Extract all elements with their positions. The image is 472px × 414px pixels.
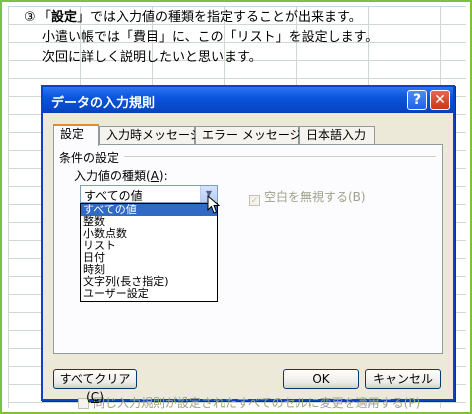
tab-error-message[interactable]: エラー メッセージ — [195, 126, 302, 144]
data-validation-dialog: データの入力規則 ? ✕ 設定 入力時メッセージ エラー メッセージ 日本語入力… — [41, 85, 455, 410]
checkbox-box[interactable]: ✓ — [249, 195, 260, 206]
step-marker: ③ — [24, 10, 36, 25]
allow-label-accesskey: A — [150, 169, 159, 183]
allow-dropdown-list[interactable]: すべての値 整数 小数点数 リスト 日付 時刻 文字列(長さ指定) ユーザー設定 — [80, 203, 218, 302]
tab-japanese-input[interactable]: 日本語入力 — [299, 126, 375, 144]
apply-all-label: 同じ入力規則が設定されたすべてのセルに変更を適用する(P) — [93, 396, 421, 410]
keyword-settings: 設定 — [51, 10, 78, 25]
tab-settings[interactable]: 設定 — [53, 124, 99, 146]
allow-select[interactable]: すべての値 ▼ — [80, 185, 218, 203]
allow-label-text: 入力値の種類( — [74, 169, 151, 183]
ignore-blank-label: 空白を無視する(B) — [264, 190, 366, 204]
clear-all-suffix: ) — [99, 390, 104, 404]
ignore-blank-checkbox[interactable]: ✓ 空白を無視する(B) — [249, 188, 366, 206]
group-divider — [124, 156, 436, 157]
close-icon[interactable]: ✕ — [430, 90, 450, 110]
quote-open: 「 — [38, 10, 52, 25]
settings-panel: 条件の設定 入力値の種類(A): すべての値 ▼ すべての値 整数 小数点数 リ… — [53, 144, 443, 410]
mouse-cursor-icon — [207, 195, 221, 214]
intro-text: ③ 「設定」では入力値の種類を指定することが出来ます。 小遣い帳では「費目」に、こ… — [24, 8, 454, 68]
ok-button[interactable]: OK — [283, 369, 359, 389]
help-icon[interactable]: ? — [407, 90, 427, 110]
allow-select-value: すべての値 — [84, 189, 143, 203]
intro-line-1-rest: 」では入力値の種類を指定することが出来ます。 — [77, 10, 362, 25]
dialog-title: データの入力規則 — [51, 96, 156, 111]
list-item[interactable]: ユーザー設定 — [81, 288, 217, 300]
cancel-button[interactable]: キャンセル — [365, 369, 441, 389]
tab-input-message[interactable]: 入力時メッセージ — [99, 126, 202, 144]
clear-all-button[interactable]: すべてクリア(C) — [53, 369, 137, 404]
dialog-titlebar[interactable]: データの入力規則 ? ✕ — [43, 87, 453, 113]
apply-all-checkbox[interactable]: 同じ入力規則が設定されたすべてのセルに変更を適用する(P) — [78, 394, 420, 411]
clear-all-accesskey: C — [90, 390, 100, 404]
allow-label-suffix: ): — [158, 169, 168, 183]
allow-label: 入力値の種類(A): — [74, 167, 168, 184]
intro-line-3: 次回に詳しく説明したいと思います。 — [42, 50, 262, 65]
intro-line-1: ③ 「設定」では入力値の種類を指定することが出来ます。 — [24, 8, 454, 28]
intro-line-2: 小遣い帳では「費目」に、この「リスト」を設定します。 — [42, 30, 379, 45]
group-label-conditions: 条件の設定 — [59, 151, 120, 165]
